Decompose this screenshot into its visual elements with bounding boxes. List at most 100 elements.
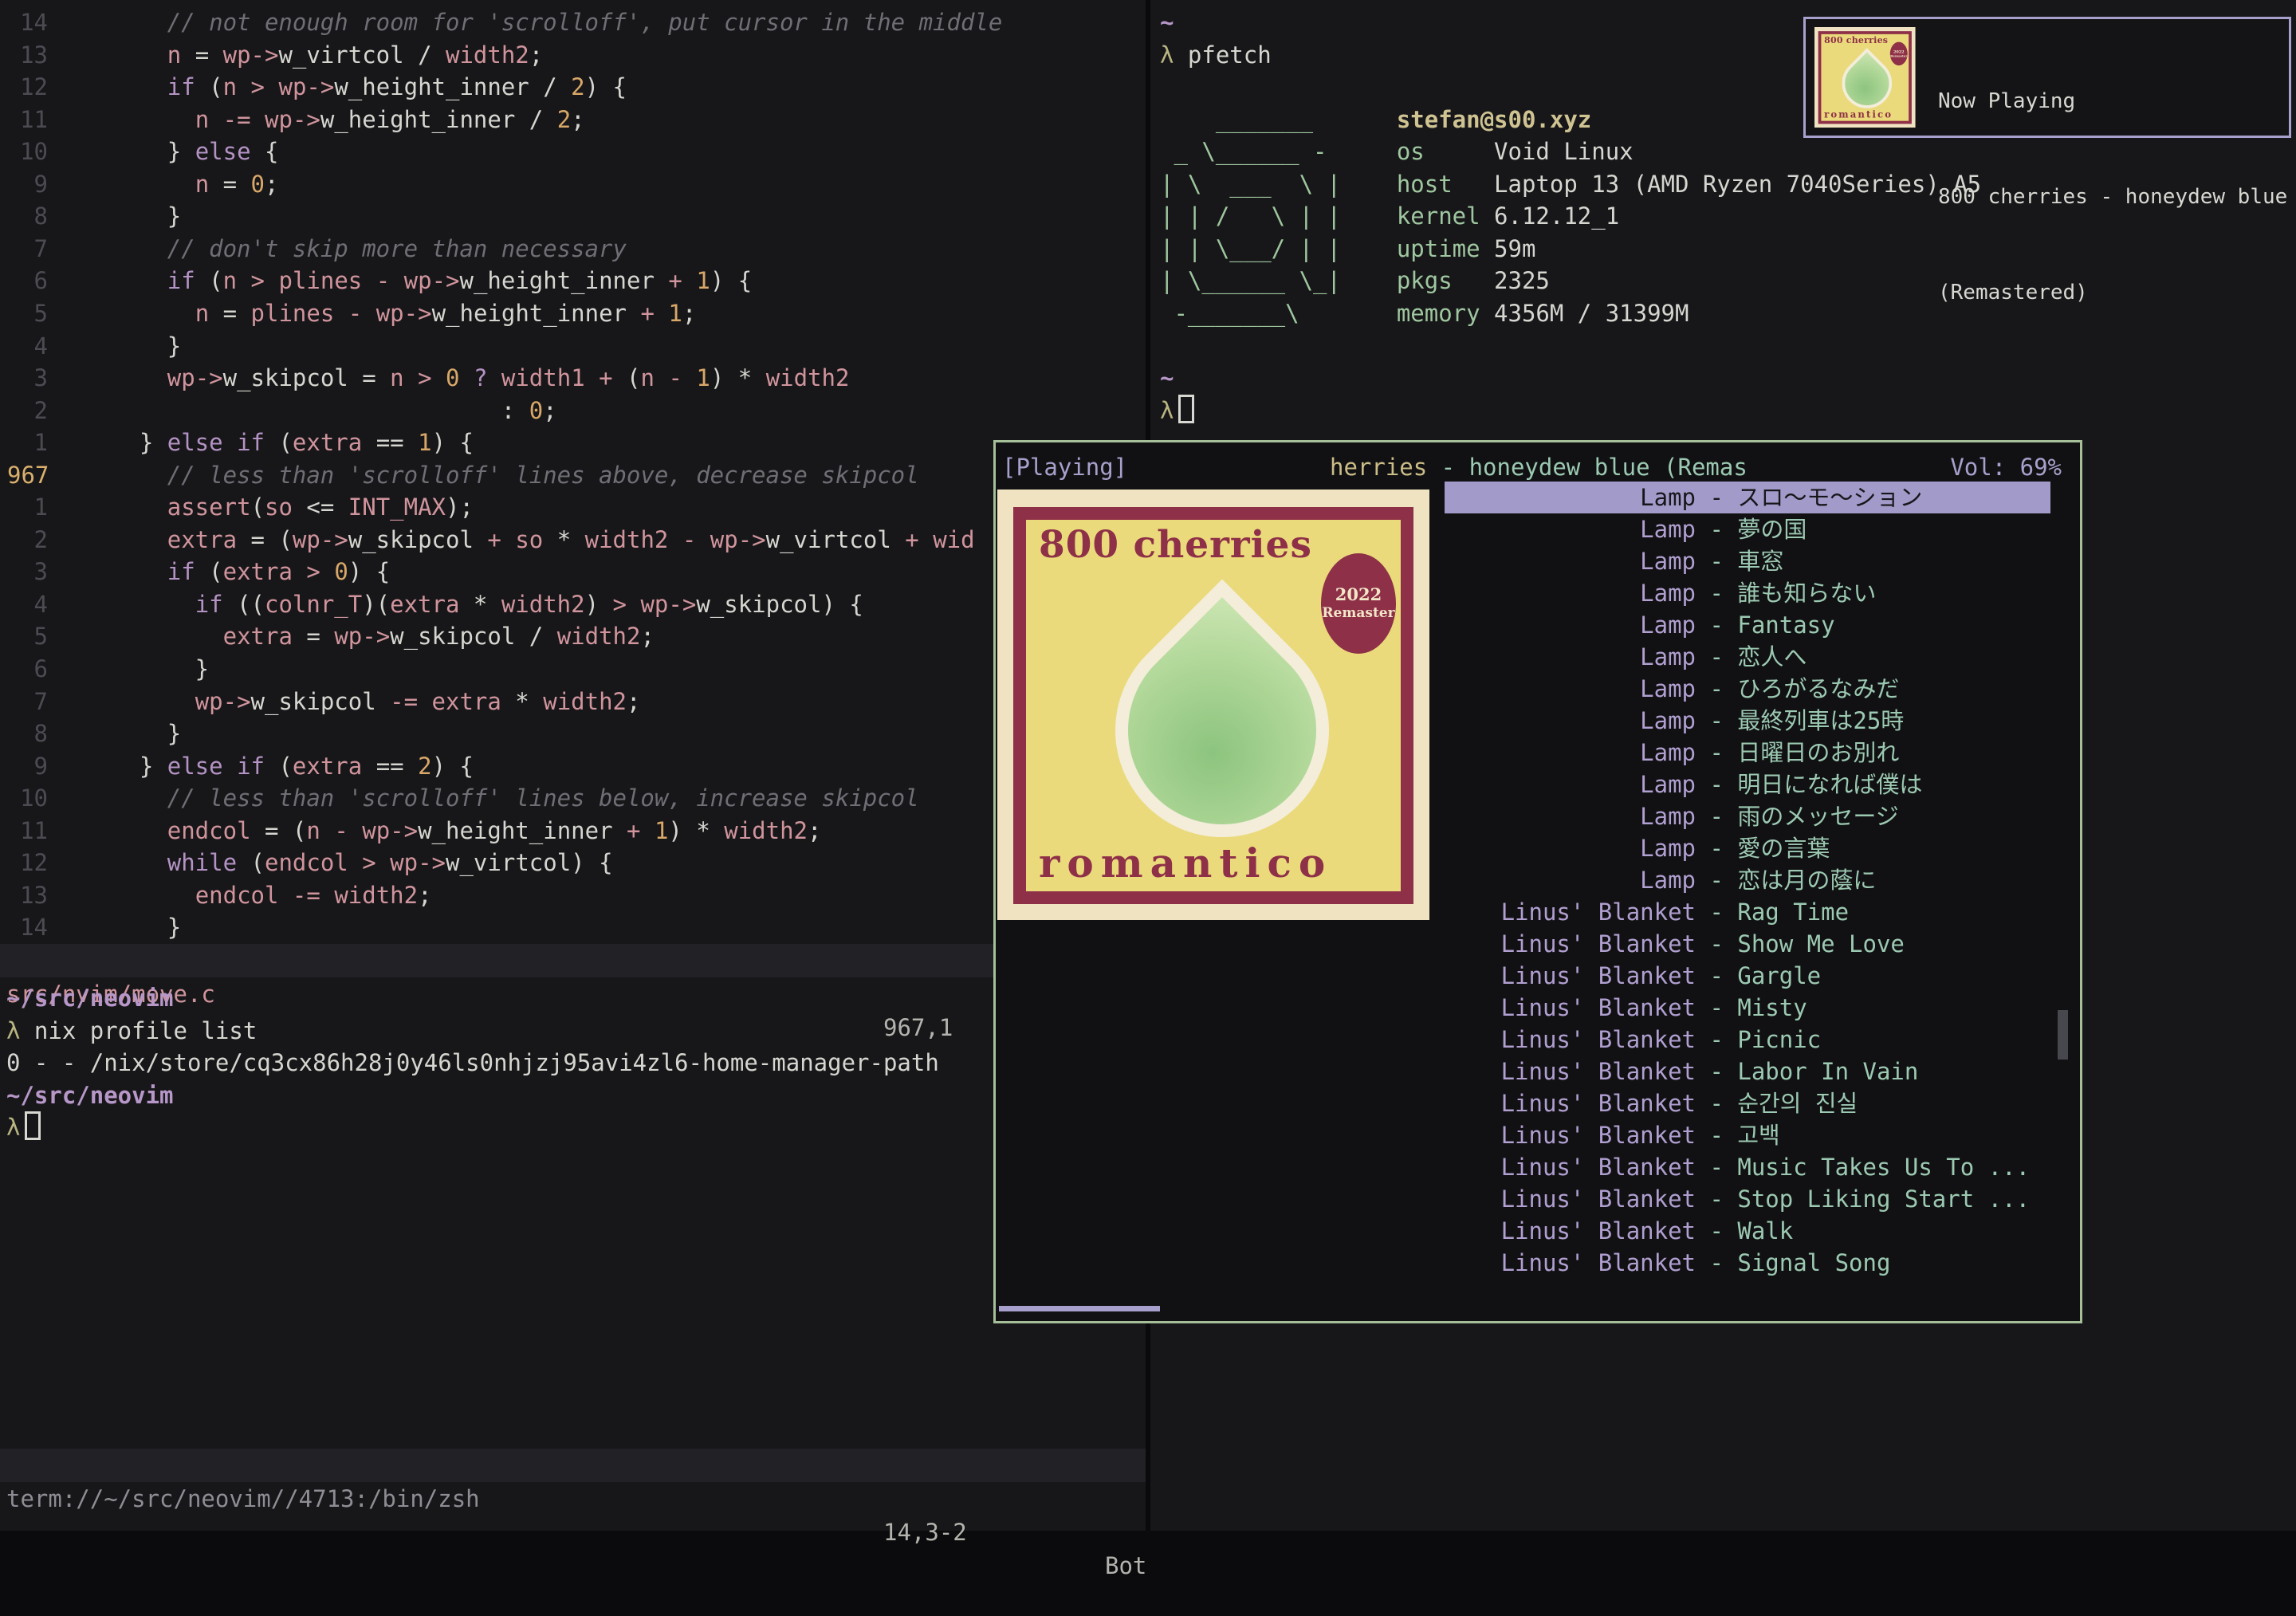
playlist-item[interactable]: Lamp - Fantasy xyxy=(1445,609,2050,641)
notification-text: Now Playing 800 cherries - honeydew blue… xyxy=(1938,22,2287,372)
code-line[interactable]: 1 } else if (extra == 1) { xyxy=(0,427,474,459)
code-line[interactable]: 9 n = 0; xyxy=(0,168,278,201)
code-line[interactable]: 9 } else if (extra == 2) { xyxy=(0,750,474,783)
code-line[interactable]: 4 } xyxy=(0,330,181,363)
terminal-row: ~/src/neovim xyxy=(6,1079,174,1112)
terminal-row: ~ xyxy=(1160,6,1174,39)
playlist-item[interactable]: Lamp - 夢の国 xyxy=(1445,513,2050,545)
line-number: 2 xyxy=(0,524,84,556)
code-line[interactable]: 8 } xyxy=(0,200,181,233)
playlist-item[interactable]: Lamp - 最終列車は25時 xyxy=(1445,705,2050,737)
playlist-item-selected[interactable]: Lamp - スロ～モ～ション xyxy=(1445,482,2050,513)
code-line[interactable]: 2 extra = (wp->w_skipcol + so * width2 -… xyxy=(0,524,975,556)
code-text: } else if (extra == 2) { xyxy=(84,753,474,780)
playlist-item[interactable]: Linus' Blanket - Stop Liking Start ... xyxy=(1445,1183,2050,1215)
playlist-artist: Lamp xyxy=(1445,800,1696,832)
playlist-title: - 愛の言葉 xyxy=(1696,832,1830,864)
code-line[interactable]: 3 wp->w_skipcol = n > 0 ? width1 + (n - … xyxy=(0,362,849,395)
track-progress-bar[interactable] xyxy=(999,1306,1160,1311)
code-line[interactable]: 6 } xyxy=(0,653,209,686)
pfetch-ascii-art: | | \___/ | | xyxy=(1160,235,1397,262)
code-line[interactable]: 7 // don't skip more than necessary xyxy=(0,233,627,265)
code-text: } xyxy=(84,720,181,747)
playlist-title: - Fantasy xyxy=(1696,609,1835,641)
code-line[interactable]: 12 if (n > wp->w_height_inner / 2) { xyxy=(0,71,627,104)
playlist-item[interactable]: Linus' Blanket - Show Me Love xyxy=(1445,928,2050,960)
playlist-artist: Linus' Blanket xyxy=(1445,960,1696,992)
code-text: // don't skip more than necessary xyxy=(84,235,627,262)
code-text: if ((colnr_T)(extra * width2) > wp->w_sk… xyxy=(84,591,863,618)
code-line[interactable]: 5 extra = wp->w_skipcol / width2; xyxy=(0,620,655,653)
playlist-title: - Gargle xyxy=(1696,960,1821,992)
playlist[interactable]: Lamp - スロ～モ～ションLamp - 夢の国Lamp - 車窓Lamp -… xyxy=(1445,482,2050,1279)
playlist-item[interactable]: Lamp - 日曜日のお別れ xyxy=(1445,737,2050,769)
playlist-item[interactable]: Lamp - 雨のメッセージ xyxy=(1445,800,2050,832)
terminal-row: | | / \ | | kernel 6.12.12_1 xyxy=(1160,200,1619,233)
code-line[interactable]: 4 if ((colnr_T)(extra * width2) > wp->w_… xyxy=(0,588,863,621)
player-scrolling-title: herries - honeydew blue (Remas xyxy=(1330,454,1748,481)
code-line[interactable]: 6 if (n > plines - wp->w_height_inner + … xyxy=(0,265,752,297)
playlist-item[interactable]: Linus' Blanket - Signal Song xyxy=(1445,1247,2050,1279)
code-line[interactable]: 10 } else { xyxy=(0,136,278,168)
code-line[interactable]: 8 } xyxy=(0,718,181,750)
code-line[interactable]: 12 while (endcol > wp->w_virtcol) { xyxy=(0,847,613,879)
playlist-artist: Linus' Blanket xyxy=(1445,928,1696,960)
now-playing-notification[interactable]: 800 cherries 2022 Remaster romantico Now… xyxy=(1803,17,2291,138)
playlist-item[interactable]: Lamp - 明日になれば僕は xyxy=(1445,769,2050,800)
player-titlebar: [Playing] herries - honeydew blue (Remas… xyxy=(996,442,2080,487)
playlist-artist: Lamp xyxy=(1445,769,1696,800)
playlist-item[interactable]: Linus' Blanket - Misty xyxy=(1445,992,2050,1024)
terminal-row: ~/src/neovim xyxy=(6,982,174,1015)
playlist-item[interactable]: Linus' Blanket - Walk xyxy=(1445,1215,2050,1247)
neovim-editor-pane[interactable]: 14 // not enough room for 'scrolloff', p… xyxy=(0,0,1146,1531)
playlist-item[interactable]: Lamp - 車窓 xyxy=(1445,545,2050,577)
code-line[interactable]: 1 assert(so <= INT_MAX); xyxy=(0,491,474,524)
code-line[interactable]: 2 : 0; xyxy=(0,395,557,427)
playlist-artist: Lamp xyxy=(1445,513,1696,545)
code-line[interactable]: 13 endcol -= width2; xyxy=(0,879,432,912)
playlist-title: - ひろがるなみだ xyxy=(1696,673,1899,705)
playlist-item[interactable]: Lamp - ひろがるなみだ xyxy=(1445,673,2050,705)
playlist-item[interactable]: Linus' Blanket - Music Takes Us To ... xyxy=(1445,1151,2050,1183)
playlist-item[interactable]: Linus' Blanket - Rag Time xyxy=(1445,896,2050,928)
line-number: 7 xyxy=(0,686,84,718)
playlist-artist: Linus' Blanket xyxy=(1445,992,1696,1024)
playlist-artist: Linus' Blanket xyxy=(1445,1151,1696,1183)
code-line[interactable]: 3 if (extra > 0) { xyxy=(0,556,390,588)
playlist-title: - Stop Liking Start ... xyxy=(1696,1183,2030,1215)
code-line[interactable]: 13 n = wp->w_virtcol / width2; xyxy=(0,39,543,72)
music-player-window[interactable]: [Playing] herries - honeydew blue (Remas… xyxy=(993,440,2082,1323)
code-line[interactable]: 5 n = plines - wp->w_height_inner + 1; xyxy=(0,297,696,330)
playlist-item[interactable]: Linus' Blanket - Picnic xyxy=(1445,1024,2050,1056)
code-line[interactable]: 14 // not enough room for 'scrolloff', p… xyxy=(0,6,1002,39)
playlist-item[interactable]: Linus' Blanket - Labor In Vain xyxy=(1445,1056,2050,1087)
pfetch-ascii-art: -_______\ xyxy=(1160,300,1397,327)
terminal-cursor-position: 14,3-2 xyxy=(883,1516,967,1549)
line-number: 7 xyxy=(0,233,84,265)
playlist-item[interactable]: Linus' Blanket - 고백 xyxy=(1445,1119,2050,1151)
playlist-item[interactable]: Lamp - 誰も知らない xyxy=(1445,577,2050,609)
playlist-item[interactable]: Lamp - 愛の言葉 xyxy=(1445,832,2050,864)
pfetch-ascii-art: | | / \ | | xyxy=(1160,202,1397,230)
playlist-item[interactable]: Linus' Blanket - 순간의 진실 xyxy=(1445,1087,2050,1119)
prompt-lambda: λ xyxy=(6,1114,20,1141)
code-line[interactable]: 14 } xyxy=(0,911,181,944)
playlist-artist: Lamp xyxy=(1445,737,1696,769)
pfetch-info-value: 4356M / 31399M xyxy=(1494,300,1689,327)
playlist-item[interactable]: Lamp - 恋人へ xyxy=(1445,641,2050,673)
code-line[interactable]: 7 wp->w_skipcol -= extra * width2; xyxy=(0,686,640,718)
playlist-item[interactable]: Lamp - 恋は月の蔭に xyxy=(1445,864,2050,896)
album-title-text: romantico xyxy=(1824,109,1893,120)
code-text: if (n > wp->w_height_inner / 2) { xyxy=(84,73,627,100)
remaster-badge: 2022 Remaster xyxy=(1890,42,1908,65)
playlist-scrollbar-thumb[interactable] xyxy=(2058,1010,2068,1060)
code-line[interactable]: 11 n -= wp->w_height_inner / 2; xyxy=(0,104,585,136)
code-line[interactable]: 11 endcol = (n - wp->w_height_inner + 1)… xyxy=(0,815,821,847)
playlist-artist: Lamp xyxy=(1445,673,1696,705)
terminal-row: _ \______ - os Void Linux xyxy=(1160,136,1634,168)
playlist-item[interactable]: Linus' Blanket - Gargle xyxy=(1445,960,2050,992)
pfetch-ascii-art: _______ xyxy=(1160,106,1397,133)
code-line[interactable]: 10 // less than 'scrolloff' lines below,… xyxy=(0,782,919,815)
playlist-title: - 恋人へ xyxy=(1696,641,1807,673)
code-line[interactable]: 967 // less than 'scrolloff' lines above… xyxy=(0,459,919,492)
